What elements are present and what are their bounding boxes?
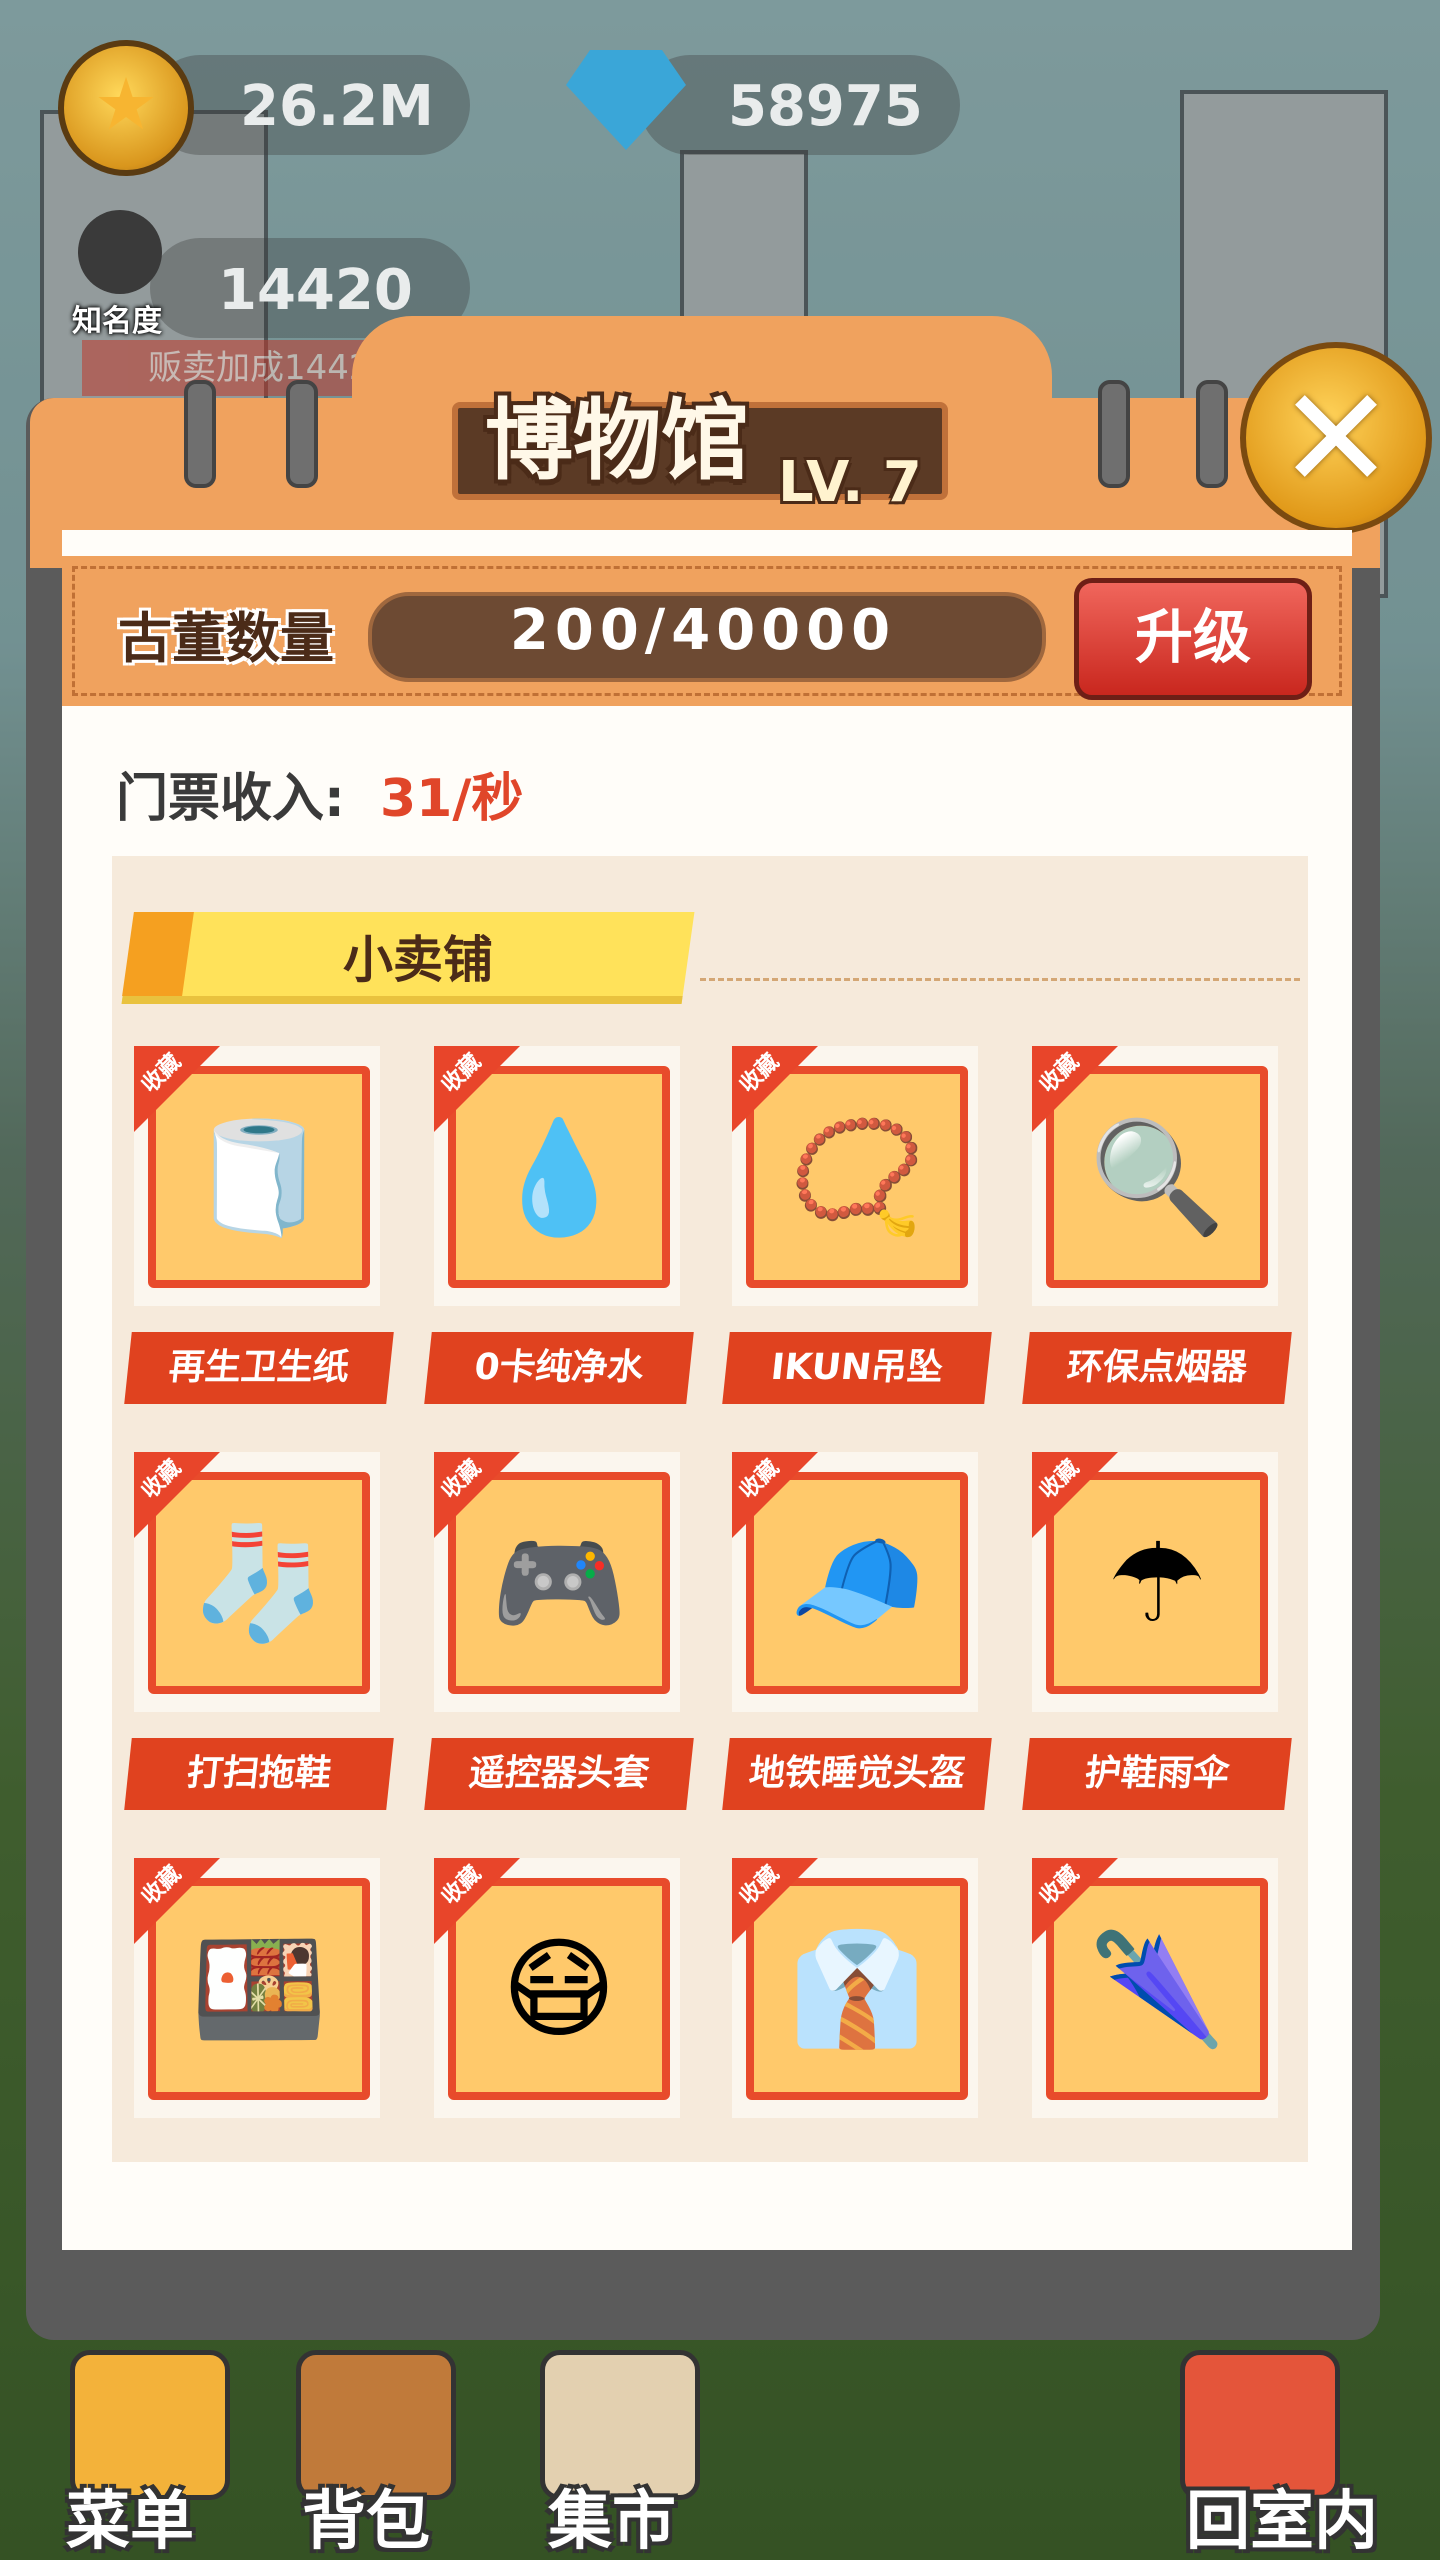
binder-ring bbox=[286, 380, 318, 488]
category-divider bbox=[700, 978, 1300, 981]
coin-amount: 26.2M bbox=[240, 74, 434, 139]
item-name: 0卡纯净水 bbox=[424, 1332, 694, 1404]
binder-ring bbox=[1196, 380, 1228, 488]
item-icon: 👔 bbox=[788, 1925, 926, 2053]
item-name: IKUN吊坠 bbox=[722, 1332, 992, 1404]
item-icon: 🧻 bbox=[190, 1113, 328, 1241]
fame-label: 知名度 bbox=[72, 304, 162, 339]
binder-ring bbox=[184, 380, 216, 488]
item-name: 再生卫生纸 bbox=[124, 1332, 394, 1404]
item-icon: 🌂 bbox=[1088, 1925, 1226, 2053]
bag-button[interactable]: 背包 bbox=[302, 2470, 430, 2562]
panel-title: 博物馆 bbox=[484, 389, 749, 492]
item-icon: 🧦 bbox=[190, 1519, 328, 1647]
antique-count-value: 200/40000 bbox=[509, 598, 897, 663]
item-icon: 🔍 bbox=[1088, 1113, 1226, 1241]
item-icon: 🎮 bbox=[490, 1519, 628, 1647]
gem-amount: 58975 bbox=[728, 74, 923, 139]
close-button[interactable]: ✕ bbox=[1240, 342, 1432, 534]
item-name: 遥控器头套 bbox=[424, 1738, 694, 1810]
antique-count-label: 古董数量 bbox=[118, 607, 334, 670]
item-name: 环保点烟器 bbox=[1022, 1332, 1292, 1404]
item-icon: 🍱 bbox=[190, 1925, 328, 2053]
item-name: 护鞋雨伞 bbox=[1022, 1738, 1292, 1810]
item-name: 打扫拖鞋 bbox=[124, 1738, 394, 1810]
fame-avatar bbox=[78, 210, 162, 294]
item-icon: 🧢 bbox=[788, 1519, 926, 1647]
ticket-income-label: 门票收入: bbox=[116, 769, 345, 829]
item-icon: ☂ bbox=[1107, 1519, 1207, 1647]
coin-icon: ★ bbox=[58, 40, 194, 176]
item-icon: 💧 bbox=[490, 1113, 628, 1241]
menu-button[interactable]: 菜单 bbox=[66, 2470, 194, 2562]
upgrade-button[interactable]: 升级 bbox=[1074, 578, 1312, 700]
return-indoor-button[interactable]: 回室内 bbox=[1186, 2470, 1378, 2562]
item-icon: 📿 bbox=[788, 1113, 926, 1241]
close-icon: ✕ bbox=[1277, 358, 1395, 521]
market-button[interactable]: 集市 bbox=[548, 2470, 676, 2562]
item-name: 地铁睡觉头盔 bbox=[722, 1738, 992, 1810]
item-icon: 😷 bbox=[501, 1925, 617, 2053]
binder-ring bbox=[1098, 380, 1130, 488]
category-title: 小卖铺 bbox=[343, 931, 493, 989]
ticket-income-value: 31/秒 bbox=[380, 769, 524, 829]
museum-level: LV. 7 bbox=[778, 450, 922, 515]
fame-value: 14420 bbox=[218, 258, 413, 323]
